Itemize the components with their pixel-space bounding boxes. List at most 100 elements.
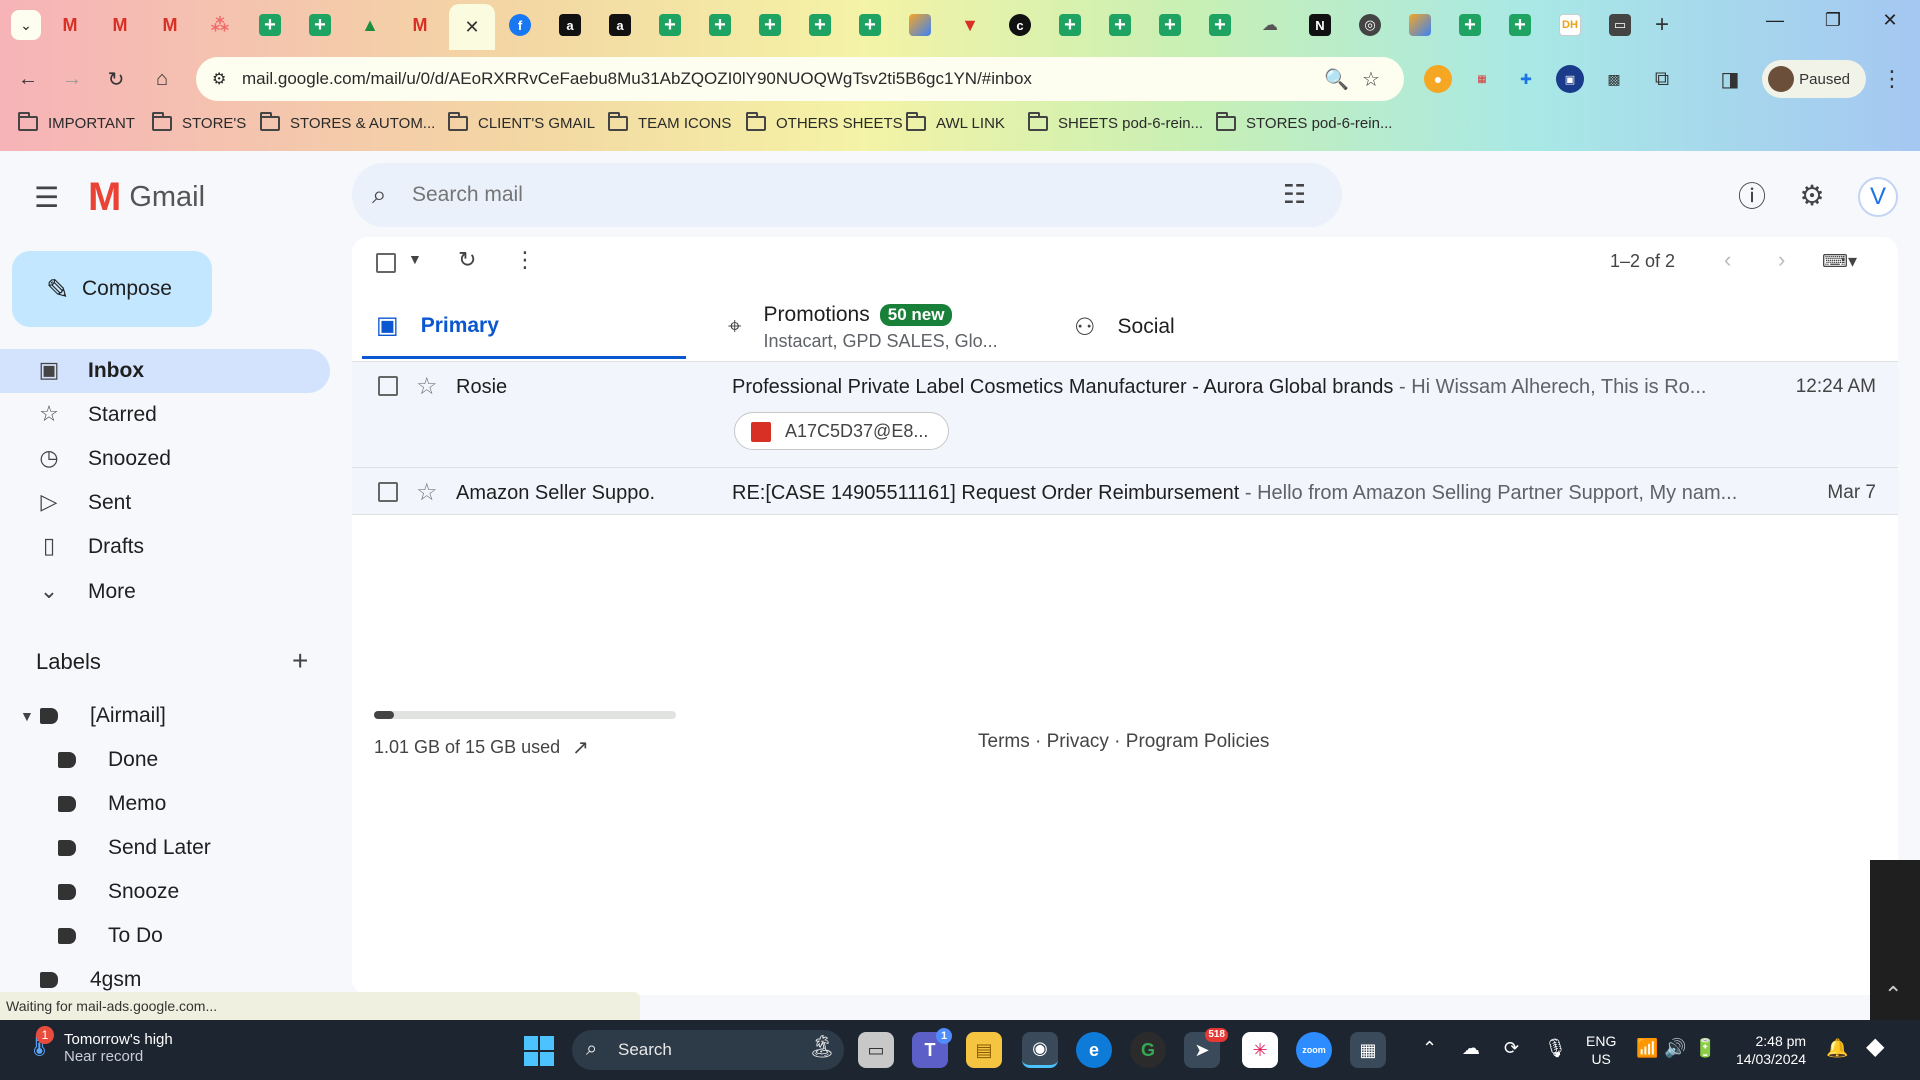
row-checkbox[interactable]: [378, 482, 398, 507]
nav-item-snoozed[interactable]: ◷ Snoozed: [0, 437, 330, 481]
browser-tab-gmail[interactable]: M: [50, 7, 90, 43]
bookmark-item[interactable]: STORES & AUTOM...: [260, 112, 435, 132]
browser-tab-cloud[interactable]: ☁: [1250, 7, 1290, 43]
browser-tab-screen[interactable]: ▭: [1600, 7, 1640, 43]
language-indicator[interactable]: ENG US: [1586, 1032, 1616, 1068]
settings-gear-icon[interactable]: ⚙: [1794, 177, 1830, 213]
microphone-icon[interactable]: 🎙: [1544, 1038, 1567, 1059]
bookmark-item[interactable]: STORES pod-6-rein...: [1216, 112, 1392, 132]
row-checkbox[interactable]: [378, 376, 398, 401]
nav-item-sent[interactable]: ▷ Sent: [0, 481, 330, 525]
browser-tab-active[interactable]: ✕: [449, 4, 495, 50]
browser-tab-flag[interactable]: ▼: [950, 7, 990, 43]
create-label-button[interactable]: +: [292, 645, 308, 677]
extension-icon[interactable]: ●: [1424, 65, 1452, 93]
browser-tab-upwork[interactable]: N: [1300, 7, 1340, 43]
tab-social[interactable]: ⚇ Social: [1074, 295, 1274, 359]
copilot-icon[interactable]: ◆: [1866, 1032, 1884, 1061]
extension-icon[interactable]: ▣: [1556, 65, 1584, 93]
reload-button[interactable]: ↻: [100, 63, 132, 95]
file-explorer-icon[interactable]: ▤: [966, 1032, 1002, 1068]
search-icon[interactable]: ⌕: [372, 179, 387, 211]
bookmark-item[interactable]: SHEETS pod-6-rein...: [1028, 112, 1203, 132]
chrome-icon[interactable]: ◉: [1022, 1032, 1058, 1068]
notification-bell-icon[interactable]: 🔔: [1826, 1038, 1848, 1059]
bookmark-item[interactable]: TEAM ICONS: [608, 112, 731, 132]
chrome-profile-icon[interactable]: G: [1130, 1032, 1166, 1068]
profile-button[interactable]: Paused: [1762, 60, 1866, 98]
browser-tab-c[interactable]: c: [1000, 7, 1040, 43]
compose-button[interactable]: ✎ Compose: [12, 251, 212, 327]
taskbar-search[interactable]: ⌕ Search 🏝: [572, 1030, 844, 1070]
bookmark-item[interactable]: IMPORTANT: [18, 112, 135, 132]
browser-tab-asana[interactable]: ⁂: [200, 7, 240, 43]
close-window-button[interactable]: ✕: [1870, 10, 1910, 31]
zoom-icon[interactable]: 🔍: [1324, 67, 1349, 92]
bookmark-item[interactable]: AWL LINK: [906, 112, 1005, 132]
browser-tab-sheets[interactable]: [800, 7, 840, 43]
battery-icon[interactable]: 🔋: [1694, 1038, 1716, 1059]
browser-tab-circle[interactable]: ◎: [1350, 7, 1390, 43]
account-avatar[interactable]: V: [1858, 177, 1898, 217]
system-clock[interactable]: 2:48 pm 14/03/2024: [1736, 1032, 1806, 1068]
help-icon[interactable]: ⓘ: [1734, 177, 1770, 213]
open-external-icon[interactable]: ↗: [572, 735, 589, 760]
search-input[interactable]: [412, 177, 1232, 213]
browser-tab-sheets[interactable]: [250, 7, 290, 43]
close-icon[interactable]: ✕: [464, 17, 479, 38]
qr-extension-icon[interactable]: ▩: [1600, 65, 1628, 93]
browser-tab-sheets[interactable]: [650, 7, 690, 43]
browser-tab-gmail[interactable]: M: [400, 7, 440, 43]
email-row[interactable]: ☆ Rosie Professional Private Label Cosme…: [352, 361, 1898, 467]
attachment-chip[interactable]: A17C5D37@E8...: [734, 412, 950, 450]
caret-down-icon[interactable]: ▼: [20, 708, 34, 724]
browser-tab-sheets[interactable]: [850, 7, 890, 43]
bookmark-star-icon[interactable]: ☆: [1362, 67, 1380, 92]
keyboard-icon[interactable]: ⌨▾: [1822, 251, 1857, 272]
bookmark-item[interactable]: STORE'S: [152, 112, 246, 132]
wifi-icon[interactable]: 📶: [1636, 1038, 1658, 1059]
footer-links[interactable]: Terms · Privacy · Program Policies: [978, 731, 1269, 753]
refresh-icon[interactable]: ↻: [458, 247, 476, 273]
address-bar[interactable]: ⚙ mail.google.com/mail/u/0/d/AEoRXRRvCeF…: [196, 57, 1404, 101]
extension-icon[interactable]: ✚: [1512, 65, 1540, 93]
browser-tab-sheets[interactable]: [1450, 7, 1490, 43]
volume-icon[interactable]: 🔊: [1664, 1038, 1686, 1059]
browser-tab-amazon[interactable]: a: [550, 7, 590, 43]
select-all-checkbox[interactable]: [376, 253, 396, 279]
puzzle-icon[interactable]: ⧉: [1648, 65, 1676, 93]
label-item[interactable]: Done: [58, 740, 158, 780]
browser-tab-sheets[interactable]: [750, 7, 790, 43]
minimize-button[interactable]: —: [1755, 10, 1795, 31]
browser-tab-sheets[interactable]: [1150, 7, 1190, 43]
star-icon[interactable]: ☆: [416, 372, 438, 401]
label-item[interactable]: Send Later: [58, 828, 211, 868]
bookmark-item[interactable]: CLIENT'S GMAIL: [448, 112, 595, 132]
email-row[interactable]: ☆ Amazon Seller Suppo. RE:[CASE 14905511…: [352, 467, 1898, 515]
search-options-icon[interactable]: ☷: [1283, 179, 1306, 210]
slack-icon[interactable]: ✳: [1242, 1032, 1278, 1068]
nav-item-drafts[interactable]: ▯ Drafts: [0, 525, 330, 569]
browser-tab-sheets[interactable]: [1200, 7, 1240, 43]
onedrive-icon[interactable]: ☁: [1462, 1038, 1480, 1059]
tab-promotions[interactable]: ⌖ Promotions 50 new Instacart, GPD SALES…: [728, 295, 1008, 359]
browser-tab-gmail[interactable]: M: [150, 7, 190, 43]
forward-button[interactable]: →: [56, 63, 88, 95]
label-item[interactable]: To Do: [58, 916, 163, 956]
tray-overflow-icon[interactable]: ⌃: [1422, 1038, 1437, 1059]
extension-icon[interactable]: ▦: [1468, 65, 1496, 93]
weather-widget[interactable]: 🌡 1 Tomorrow's high Near record: [24, 1026, 173, 1066]
site-info-icon[interactable]: ⚙: [212, 69, 226, 89]
older-page-button[interactable]: ‹: [1724, 247, 1731, 273]
back-button[interactable]: ←: [12, 63, 44, 95]
browser-tab-amazon[interactable]: a: [600, 7, 640, 43]
browser-tab-sheets[interactable]: [1500, 7, 1540, 43]
scroll-to-top-button[interactable]: ⌃: [1870, 860, 1920, 1020]
star-icon[interactable]: ☆: [416, 478, 438, 507]
label-item[interactable]: Snooze: [58, 872, 179, 912]
gmail-logo[interactable]: M Gmail: [88, 175, 205, 220]
nav-item-more[interactable]: ⌄ More: [0, 570, 330, 614]
restore-button[interactable]: ❐: [1813, 10, 1853, 31]
home-button[interactable]: ⌂: [146, 63, 178, 95]
tab-search-button[interactable]: ⌄: [6, 7, 46, 43]
